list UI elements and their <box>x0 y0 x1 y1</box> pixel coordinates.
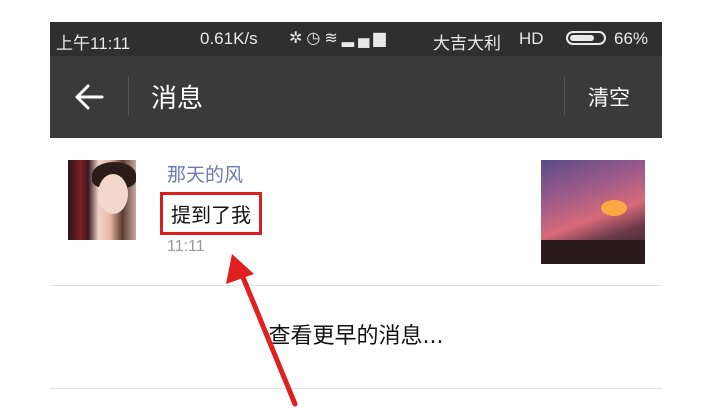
battery-percent: 66% <box>614 29 649 48</box>
sender-name[interactable]: 那天的风 <box>167 160 243 187</box>
alarm-icon: ◷ <box>306 30 325 47</box>
message-text: 提到了我 <box>160 192 262 235</box>
title-bar: 消息 清空 <box>50 56 662 138</box>
status-net-speed: 0.61K/s <box>200 29 258 48</box>
bluetooth-off-icon: ✲ <box>289 30 307 47</box>
status-icons: ✲◷≋▂▄▆ <box>289 28 390 48</box>
message-item[interactable]: 那天的风 提到了我 11:11 <box>50 138 662 284</box>
clear-button[interactable]: 清空 <box>588 82 630 112</box>
back-button[interactable] <box>66 72 114 122</box>
avatar[interactable] <box>68 160 136 240</box>
back-arrow-icon <box>75 84 104 110</box>
status-bar: 上午11:11 0.61K/s ✲◷≋▂▄▆ 大吉大利 HD 66% <box>50 22 662 56</box>
title-divider <box>128 76 129 116</box>
status-network-type: HD <box>519 29 544 48</box>
post-thumbnail[interactable] <box>541 160 645 264</box>
battery-icon <box>566 31 606 45</box>
status-time: 上午11:11 <box>56 34 131 53</box>
divider <box>50 388 662 389</box>
status-carrier: 大吉大利 <box>433 34 501 53</box>
page-title: 消息 <box>151 84 204 114</box>
phone-screen: 上午11:11 0.61K/s ✲◷≋▂▄▆ 大吉大利 HD 66% 消息 清空… <box>50 22 662 408</box>
wifi-icon: ≋ <box>324 30 342 47</box>
signal-icon: ▂▄▆ <box>341 30 390 47</box>
message-time: 11:11 <box>167 238 205 255</box>
action-divider <box>564 76 565 116</box>
load-earlier-messages-button[interactable]: 查看更早的消息... <box>50 286 662 388</box>
